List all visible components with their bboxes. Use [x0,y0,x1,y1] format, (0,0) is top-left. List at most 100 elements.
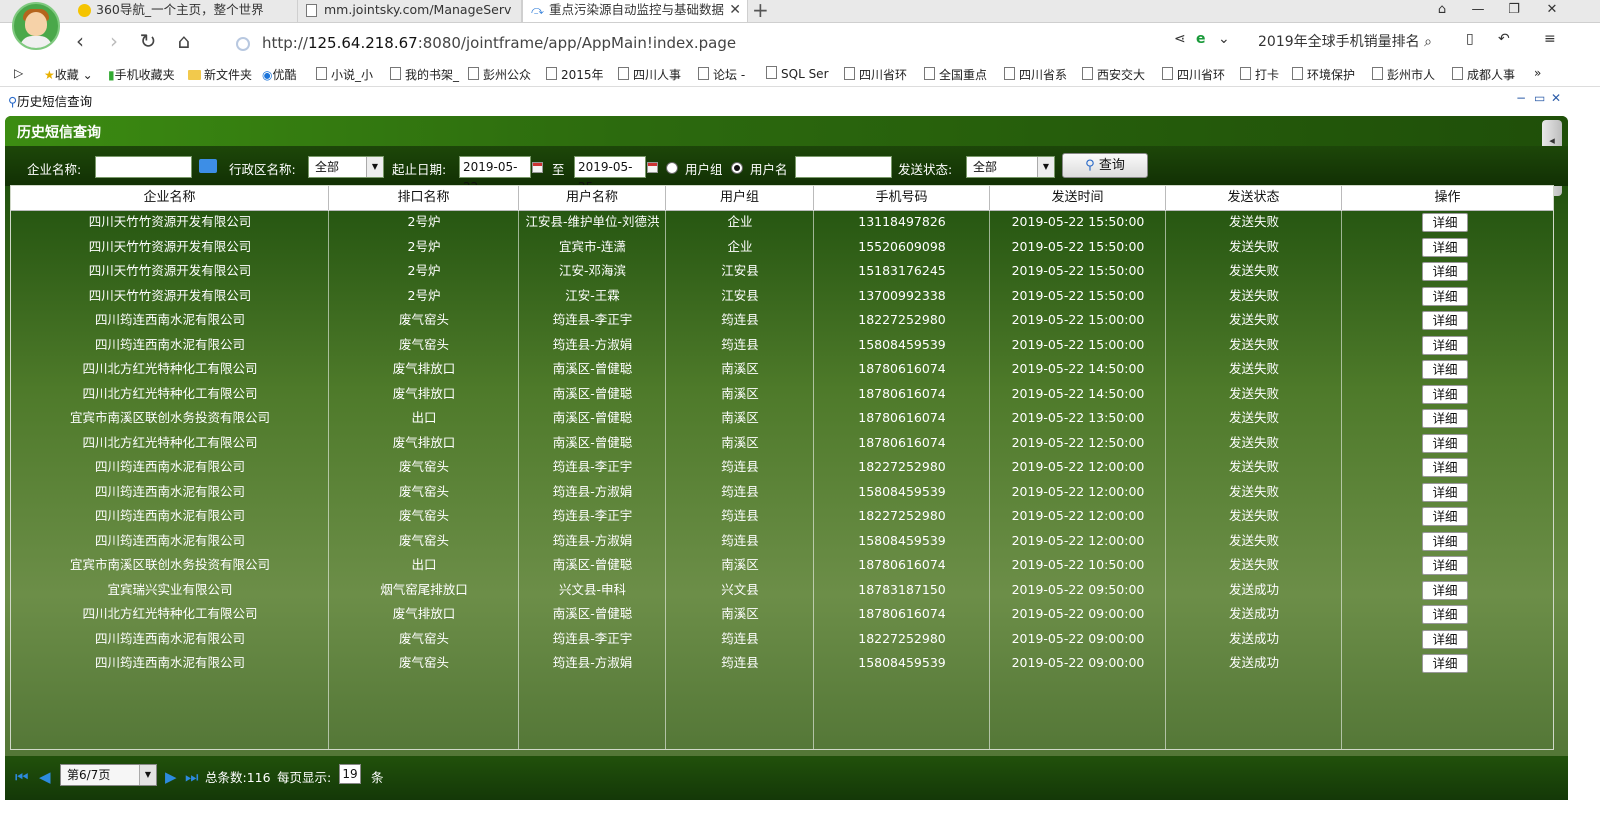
back-icon[interactable]: ‹ [68,29,92,53]
browser-tab-jointsky[interactable]: mm.jointsky.com/ManageServ [298,0,522,22]
search-box[interactable]: 2019年全球手机销量排名 ⌕ [1258,31,1432,51]
detail-button[interactable]: 详细 [1422,531,1468,551]
detail-button[interactable]: 详细 [1422,311,1468,330]
home-icon[interactable]: ⌂ [172,29,196,53]
cell-phone: 18227252980 [858,508,946,523]
bookmark-item[interactable]: 打卡 [1240,66,1279,83]
detail-button[interactable]: 详细 [1422,482,1468,502]
detail-button[interactable]: 详细 [1422,384,1468,404]
company-input[interactable] [95,156,192,178]
bookmark-item[interactable]: 环境保护 [1292,66,1355,83]
bookmark-item[interactable]: 西安交大 [1082,66,1145,83]
close-tab-icon[interactable]: ✕ [729,0,741,20]
undo-icon[interactable]: ↶ [1498,31,1510,47]
bookmark-item[interactable]: 四川省环 [1162,66,1225,83]
bookmark-item[interactable]: SQL Ser [766,66,829,81]
browser-tab-360[interactable]: 360导航_一个主页，整个世界 [70,0,298,22]
bookmark-item[interactable]: ◉优酷 [262,66,297,83]
url-field[interactable]: http://125.64.218.67:8080/jointframe/app… [236,31,1176,55]
region-select[interactable]: 全部 ▼ [308,156,384,178]
close-window-icon[interactable]: ✕ [1534,0,1570,20]
cell-send-status: 发送失败 [1228,312,1279,327]
bookmark-item[interactable]: 彭州公众 [468,66,531,83]
user-input[interactable] [795,156,892,178]
detail-button[interactable]: 详细 [1422,507,1468,526]
detail-button[interactable]: 详细 [1422,262,1468,281]
new-tab-icon[interactable]: + [752,0,769,22]
status-select[interactable]: 全部 ▼ [966,156,1055,178]
column-header-outlet[interactable]: 排口名称 [329,186,519,210]
query-button[interactable]: ⚲ 查询 [1062,153,1148,178]
detail-button[interactable]: 详细 [1422,458,1468,477]
menu-icon[interactable]: ≡ [1544,31,1556,47]
bookmark-item[interactable]: 全国重点 [924,66,987,83]
page-select[interactable]: 第6/7页 ▼ [60,764,157,786]
detail-button[interactable]: 详细 [1422,213,1468,232]
cell-outlet: 废气排放口 [392,361,456,376]
prev-page-icon[interactable]: ◀ [39,768,51,786]
detail-button[interactable]: 详细 [1422,629,1468,649]
sms-history-panel: 历史短信查询 ◂功能 企业名称: 行政区名称: 全部▼ 起止日期: 2019-0… [5,116,1568,800]
bookmark-item[interactable]: 论坛 - [698,66,745,83]
site-info-icon[interactable] [236,36,250,51]
more-bookmarks-icon[interactable]: » [1534,66,1541,80]
calendar-icon[interactable] [647,162,658,173]
column-header-phone[interactable]: 手机号码 [814,186,990,210]
bookmark-item[interactable]: 小说_小 [316,66,373,83]
maximize-panel-icon[interactable]: ▭ [1534,91,1545,105]
per-page-input[interactable]: 19 [339,764,361,784]
bookmark-item[interactable]: 四川人事 [618,66,681,83]
bookmark-item[interactable]: 四川省系 [1004,66,1067,83]
column-header-send-time[interactable]: 发送时间 [990,186,1166,210]
skin-icon[interactable]: ⌂ [1424,0,1460,20]
company-label: 企业名称: [27,162,82,177]
forward-icon[interactable]: › [102,29,126,53]
share-icon[interactable]: ⋖ [1174,31,1186,47]
folder-icon[interactable] [199,159,217,173]
sidebar-toggle-icon[interactable]: ▷ [14,66,23,80]
column-header-user-group[interactable]: 用户组 [666,186,814,210]
date-to-input[interactable]: 2019-05-25 [574,156,646,194]
url-prefix: http:// [262,34,308,52]
detail-button[interactable]: 详细 [1422,237,1468,257]
calendar-icon[interactable] [532,162,543,173]
next-page-icon[interactable]: ▶ [165,768,177,786]
detail-button[interactable]: 详细 [1422,556,1468,575]
detail-button[interactable]: 详细 [1422,654,1468,673]
column-header-user-name[interactable]: 用户名称 [519,186,666,210]
detail-button[interactable]: 详细 [1422,605,1468,624]
detail-button[interactable]: 详细 [1422,286,1468,306]
table-header: 企业名称 排口名称 用户名称 用户组 手机号码 发送时间 发送状态 操作 [11,186,1553,211]
search-icon[interactable]: ⌕ [1424,34,1432,50]
bookmark-item[interactable]: 四川省环 [844,66,907,83]
last-page-icon[interactable]: ⏭ [185,768,199,786]
detail-button[interactable]: 详细 [1422,335,1468,355]
browser-tab-monitoring[interactable]: ⤼ 重点污染源自动监控与基础数据 ✕ [522,0,748,22]
bookmark-item[interactable]: 我的书架_ [390,66,459,83]
column-header-company[interactable]: 企业名称 [11,186,329,210]
bookmark-item[interactable]: 彭州市人 [1372,66,1435,83]
ie-mode-icon[interactable]: e [1196,31,1206,47]
user-group-radio[interactable] [666,162,678,174]
detail-button[interactable]: 详细 [1422,433,1468,453]
detail-button[interactable]: 详细 [1422,580,1468,600]
bookmark-item[interactable]: 2015年 [546,66,604,83]
user-avatar[interactable] [12,2,60,50]
user-name-radio[interactable] [731,162,743,174]
bookmark-favorites[interactable]: ★收藏 ⌄ [44,66,93,83]
restore-icon[interactable]: ❐ [1496,0,1532,20]
detail-button[interactable]: 详细 [1422,409,1468,428]
detail-button[interactable]: 详细 [1422,360,1468,379]
bookmark-item[interactable]: 成都人事 [1452,66,1515,83]
bookmark-item[interactable]: 新文件夹 [188,66,252,83]
bookmark-item[interactable]: ▮手机收藏夹 [108,66,175,83]
minimize-panel-icon[interactable]: − [1516,91,1526,105]
column-header-send-status[interactable]: 发送状态 [1166,186,1342,210]
first-page-icon[interactable]: ⏮ [15,768,29,786]
date-from-input[interactable]: 2019-05-22 [459,156,531,194]
close-panel-icon[interactable]: ✕ [1551,91,1561,105]
mobile-icon[interactable]: ▯ [1466,31,1474,47]
refresh-icon[interactable]: ↻ [136,29,160,53]
minimize-icon[interactable]: — [1460,0,1496,20]
chevron-down-icon[interactable]: ⌄ [1218,31,1230,47]
